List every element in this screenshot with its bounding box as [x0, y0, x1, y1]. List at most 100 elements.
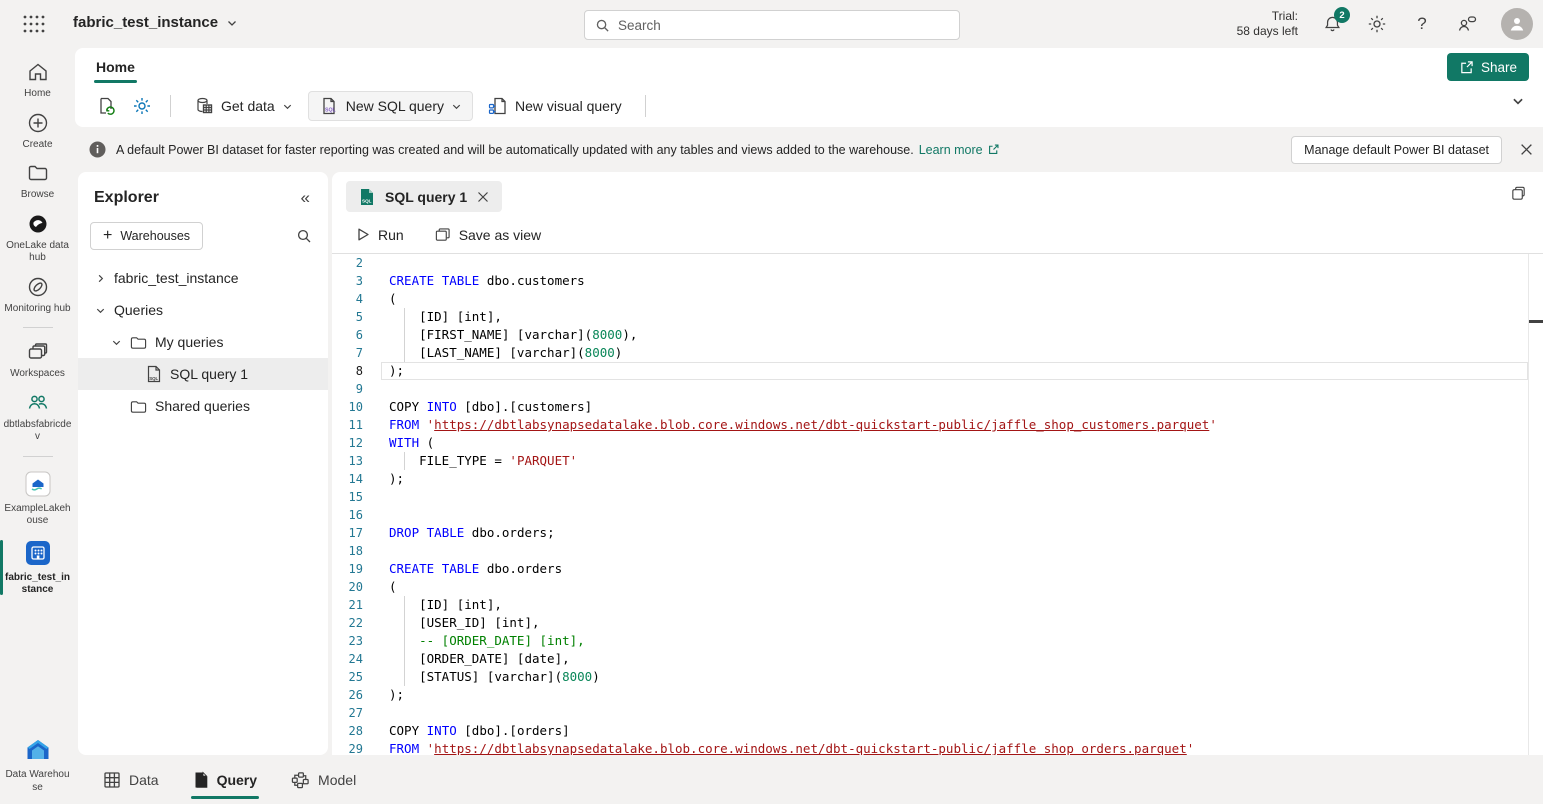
- code-text: FROM 'https://dbtlabsynapsedatalake.blob…: [389, 740, 1194, 755]
- code-line-18[interactable]: 18: [332, 542, 1543, 560]
- visual-query-icon: [488, 96, 508, 116]
- sql-code-editor[interactable]: 23CREATE TABLE dbo.customers4(5 [ID] [in…: [332, 254, 1543, 755]
- rail-item-workspaces[interactable]: Workspaces: [0, 340, 75, 381]
- tree-item-queries[interactable]: Queries: [78, 294, 328, 326]
- tree-item-fabric-test-instance[interactable]: fabric_test_instance: [78, 262, 328, 294]
- code-line-4[interactable]: 4(: [332, 290, 1543, 308]
- share-button[interactable]: Share: [1447, 53, 1529, 81]
- rail-item-browse[interactable]: Browse: [0, 161, 75, 202]
- rail-item-home[interactable]: Home: [0, 60, 75, 101]
- notifications-bell-icon[interactable]: 2: [1321, 13, 1343, 35]
- copy-icon[interactable]: [1510, 185, 1527, 202]
- rail-item-examplelakehouse[interactable]: ExampleLakehouse: [0, 469, 75, 528]
- code-line-24[interactable]: 24 [ORDER_DATE] [date],: [332, 650, 1543, 668]
- refresh-document-icon[interactable]: [90, 91, 122, 121]
- code-line-17[interactable]: 17DROP TABLE dbo.orders;: [332, 524, 1543, 542]
- search-input[interactable]: [618, 18, 949, 33]
- app-launcher-icon[interactable]: [22, 14, 46, 34]
- rail-item-label: dbtlabsfabricdev: [4, 419, 72, 444]
- chevron-down-icon: [226, 17, 238, 29]
- view-tab-data[interactable]: Data: [91, 755, 171, 804]
- chevron-down-icon[interactable]: [94, 305, 106, 316]
- code-line-25[interactable]: 25 [STATUS] [varchar](8000): [332, 668, 1543, 686]
- rail-divider: [23, 327, 53, 328]
- code-line-14[interactable]: 14);: [332, 470, 1543, 488]
- tab-label: SQL query 1: [385, 189, 467, 205]
- rail-item-onelake-data-hub[interactable]: OneLake data hub: [0, 212, 75, 265]
- save-as-view-button[interactable]: Save as view: [424, 220, 551, 250]
- ribbon: Home Share: [75, 48, 1543, 127]
- settings-gear-icon[interactable]: [1366, 13, 1388, 35]
- code-line-13[interactable]: 13 FILE_TYPE = 'PARQUET': [332, 452, 1543, 470]
- new-sql-query-button[interactable]: SQL New SQL query: [308, 91, 473, 121]
- explorer-search-icon[interactable]: [296, 228, 312, 244]
- code-line-19[interactable]: 19CREATE TABLE dbo.orders: [332, 560, 1543, 578]
- tree-item-label: Shared queries: [155, 398, 250, 414]
- tab-close-icon[interactable]: [477, 191, 489, 203]
- workspace-switcher[interactable]: fabric_test_instance: [73, 14, 238, 31]
- sql-document-icon: SQL: [319, 96, 339, 116]
- code-line-20[interactable]: 20(: [332, 578, 1543, 596]
- get-data-button[interactable]: Get data: [183, 91, 304, 121]
- global-search[interactable]: [584, 10, 960, 40]
- collapse-panel-icon[interactable]: «: [301, 188, 310, 208]
- line-number: 7: [332, 344, 363, 362]
- line-number: 17: [332, 524, 363, 542]
- code-line-15[interactable]: 15: [332, 488, 1543, 506]
- tree-item-my-queries[interactable]: My queries: [78, 326, 328, 358]
- rail-item-fabric-test-instance[interactable]: fabric_test_instance: [0, 538, 75, 597]
- learn-more-link[interactable]: Learn more: [919, 143, 1000, 157]
- view-tab-model[interactable]: Model: [279, 755, 368, 804]
- query-settings-gear-icon[interactable]: [126, 91, 158, 121]
- code-line-26[interactable]: 26);: [332, 686, 1543, 704]
- run-button[interactable]: Run: [346, 220, 414, 250]
- rail-item-dbtlabsfabricdev[interactable]: dbtlabsfabricdev: [0, 391, 75, 444]
- new-visual-query-button[interactable]: New visual query: [477, 91, 633, 121]
- tab-sql-query-1[interactable]: SQL SQL query 1: [346, 181, 502, 212]
- code-line-10[interactable]: 10COPY INTO [dbo].[customers]: [332, 398, 1543, 416]
- rail-item-data-warehouse[interactable]: Data Warehouse: [0, 735, 75, 794]
- tree-item-shared-queries[interactable]: Shared queries: [78, 390, 328, 422]
- rail-item-label: Create: [22, 139, 52, 152]
- help-icon[interactable]: ?: [1411, 13, 1433, 35]
- code-line-2[interactable]: 2: [332, 254, 1543, 272]
- code-line-16[interactable]: 16: [332, 506, 1543, 524]
- code-line-12[interactable]: 12WITH (: [332, 434, 1543, 452]
- ribbon-collapse-chevron-icon[interactable]: [1511, 94, 1525, 108]
- rail-item-create[interactable]: Create: [0, 111, 75, 152]
- code-line-9[interactable]: 9: [332, 380, 1543, 398]
- query-tabstrip: SQL SQL query 1: [332, 172, 1543, 216]
- chevron-down-icon: [451, 101, 462, 112]
- code-text: CREATE TABLE dbo.customers: [389, 272, 585, 290]
- manage-default-dataset-button[interactable]: Manage default Power BI dataset: [1291, 136, 1502, 164]
- code-line-22[interactable]: 22 [USER_ID] [int],: [332, 614, 1543, 632]
- rail-item-label: Workspaces: [10, 368, 65, 381]
- add-warehouses-button[interactable]: + Warehouses: [90, 222, 203, 250]
- tree-item-label: My queries: [155, 334, 223, 350]
- chevron-down-icon[interactable]: [110, 337, 122, 348]
- code-line-6[interactable]: 6 [FIRST_NAME] [varchar](8000),: [332, 326, 1543, 344]
- banner-close-icon[interactable]: [1516, 140, 1536, 160]
- view-tab-query[interactable]: Query: [181, 755, 269, 804]
- code-line-28[interactable]: 28COPY INTO [dbo].[orders]: [332, 722, 1543, 740]
- code-line-29[interactable]: 29FROM 'https://dbtlabsynapsedatalake.bl…: [332, 740, 1543, 755]
- code-text: );: [389, 686, 404, 704]
- code-line-23[interactable]: 23 -- [ORDER_DATE] [int],: [332, 632, 1543, 650]
- data-warehouse-icon: [23, 735, 53, 765]
- tree-item-sql-query-1[interactable]: SQLSQL query 1: [78, 358, 328, 390]
- chevron-right-icon[interactable]: [94, 273, 106, 284]
- code-line-21[interactable]: 21 [ID] [int],: [332, 596, 1543, 614]
- code-line-3[interactable]: 3CREATE TABLE dbo.customers: [332, 272, 1543, 290]
- code-line-27[interactable]: 27: [332, 704, 1543, 722]
- top-app-bar: fabric_test_instance Trial: 58 days left…: [0, 0, 1543, 48]
- code-line-8[interactable]: 8);: [332, 362, 1543, 380]
- code-line-5[interactable]: 5 [ID] [int],: [332, 308, 1543, 326]
- tab-home[interactable]: Home: [84, 48, 147, 85]
- feedback-icon[interactable]: [1456, 13, 1478, 35]
- code-line-7[interactable]: 7 [LAST_NAME] [varchar](8000): [332, 344, 1543, 362]
- code-line-11[interactable]: 11FROM 'https://dbtlabsynapsedatalake.bl…: [332, 416, 1543, 434]
- rail-item-monitoring-hub[interactable]: Monitoring hub: [0, 275, 75, 316]
- account-avatar[interactable]: [1501, 8, 1533, 40]
- code-text: );: [389, 470, 404, 488]
- query-document-icon: [193, 771, 209, 789]
